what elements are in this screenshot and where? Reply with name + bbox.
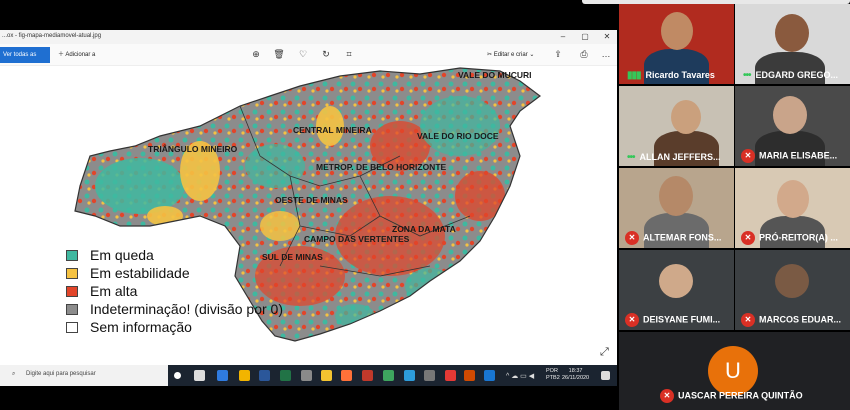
- word-icon[interactable]: [259, 370, 270, 381]
- language-indicator[interactable]: POR PTB2: [546, 368, 560, 382]
- chevron-down-icon: ⌄: [529, 52, 535, 58]
- search-placeholder: Digite aqui para pesquisar: [26, 371, 96, 377]
- taskbar-clock[interactable]: 18:37 26/11/2020: [562, 368, 589, 382]
- legend-item: Indeterminação! (divisão por 0): [66, 300, 283, 318]
- chrome-icon[interactable]: [239, 370, 250, 381]
- speaking-icon: ▮▮▮: [627, 70, 641, 81]
- participant-name: MARCOS EDUAR...: [759, 314, 842, 325]
- participant-name: MARIA ELISABE...: [759, 150, 838, 161]
- add-to-button[interactable]: ＋ Adicionar a: [58, 49, 95, 61]
- crop-icon[interactable]: ⌗: [343, 48, 355, 60]
- participant-name: PRÓ-REITOR(A) ...: [759, 232, 838, 243]
- rotate-icon[interactable]: ↻: [320, 48, 332, 60]
- legend-item: Em alta: [66, 282, 283, 300]
- speaking-icon: •••: [743, 70, 751, 81]
- region-label: OESTE DE MINAS: [275, 195, 348, 205]
- speaking-icon: •••: [627, 152, 635, 163]
- app-icon[interactable]: [301, 370, 312, 381]
- mic-off-icon: ✕: [660, 389, 674, 403]
- expand-icon[interactable]: ⤢: [600, 346, 609, 359]
- powerpoint-icon[interactable]: [464, 370, 475, 381]
- folder-icon[interactable]: [321, 370, 332, 381]
- mic-off-icon: ✕: [741, 231, 755, 245]
- participant-name: UASCAR PEREIRA QUINTÃO: [678, 390, 803, 401]
- more-icon[interactable]: …: [600, 48, 612, 60]
- see-all-photos-button[interactable]: Ver todas as fotos: [0, 47, 50, 74]
- legend-item: Sem informação: [66, 318, 283, 336]
- participant-tile[interactable]: ✕ ALTEMAR FONS...: [619, 168, 734, 248]
- photos-icon[interactable]: [484, 370, 495, 381]
- region-label: VALE DO RIO DOCE: [417, 131, 499, 141]
- print-icon[interactable]: ⎙: [578, 48, 590, 60]
- participant-tile[interactable]: ▮▮▮ Ricardo Tavares: [619, 4, 734, 84]
- search-icon: ⌕: [12, 371, 16, 377]
- window-title: ...ox - fig-mapa-mediamovel-atual.jpg: [2, 33, 102, 39]
- region-label: TRIÂNGULO MINEIRO: [148, 143, 238, 154]
- participant-name: ALTEMAR FONS...: [643, 232, 722, 243]
- participant-name: Ricardo Tavares: [645, 69, 715, 80]
- region-label: CAMPO DAS VERTENTES: [304, 234, 410, 244]
- participant-name: DEISYANE FUMI...: [643, 314, 721, 325]
- zoom-icon[interactable]: ⊕: [250, 48, 262, 60]
- participant-tile[interactable]: ✕ DEISYANE FUMI...: [619, 250, 734, 330]
- app-icon[interactable]: [424, 370, 435, 381]
- cortana-icon[interactable]: [174, 372, 181, 379]
- favorite-icon[interactable]: ♡: [297, 48, 309, 60]
- participant-tile[interactable]: ••• EDGARD GREGO...: [735, 4, 850, 84]
- participant-tile[interactable]: ✕ PRÓ-REITOR(A) ...: [735, 168, 850, 248]
- task-view-icon[interactable]: [194, 370, 205, 381]
- edit-icon: ✂: [487, 52, 493, 58]
- edit-create-label: Editar e criar: [493, 52, 528, 58]
- pdf-icon[interactable]: [445, 370, 456, 381]
- photos-titlebar: ...ox - fig-mapa-mediamovel-atual.jpg – …: [0, 30, 617, 44]
- participant-tile[interactable]: ••• ALLAN JEFFERS...: [619, 86, 734, 166]
- participant-name: EDGARD GREGO...: [755, 69, 839, 80]
- firefox-icon[interactable]: [341, 370, 352, 381]
- app-icon[interactable]: [404, 370, 415, 381]
- share-icon[interactable]: ⇪: [552, 48, 564, 60]
- app-icon[interactable]: [362, 370, 373, 381]
- participant-name: ALLAN JEFFERS...: [639, 151, 721, 162]
- legend-item: Em queda: [66, 246, 283, 264]
- participant-tile[interactable]: ✕ MARIA ELISABE...: [735, 86, 850, 166]
- minimize-icon[interactable]: –: [556, 31, 570, 43]
- region-label: ZONA DA MATA: [392, 224, 456, 234]
- mic-off-icon: ✕: [625, 231, 639, 245]
- avatar: [659, 264, 693, 298]
- avatar: [775, 264, 809, 298]
- legend-item: Em estabilidade: [66, 264, 283, 282]
- participant-tile[interactable]: ✕ MARCOS EDUAR...: [735, 250, 850, 330]
- presenter-name-row: ✕ UASCAR PEREIRA QUINTÃO: [660, 389, 803, 403]
- taskbar-search[interactable]: ⌕ Digite aqui para pesquisar: [0, 365, 168, 386]
- edit-create-button[interactable]: ✂ Editar e criar ⌄: [487, 49, 534, 61]
- mic-off-icon: ✕: [625, 313, 639, 327]
- windows-taskbar: ⌕ Digite aqui para pesquisar ^ ☁ ▭ ◀ POR…: [0, 365, 617, 386]
- plus-icon: ＋: [58, 52, 65, 58]
- map-legend: Em queda Em estabilidade Em alta Indeter…: [66, 246, 283, 336]
- tray-chevron-icon[interactable]: ^ ☁ ▭ ◀: [506, 372, 534, 380]
- close-icon[interactable]: ✕: [600, 31, 614, 43]
- photos-toolbar: Ver todas as fotos ＋ Adicionar a ⊕ 🗑 ♡ ↻…: [0, 44, 617, 74]
- region-label: VALE DO MUCURI: [458, 70, 532, 80]
- meeting-stage: ...ox - fig-mapa-mediamovel-atual.jpg – …: [0, 0, 850, 410]
- add-to-label: Adicionar a: [65, 52, 96, 58]
- region-label: CENTRAL MINEIRA: [293, 125, 372, 135]
- region-label: METROP. DE BELO HORIZONTE: [316, 162, 447, 172]
- app-icon[interactable]: [383, 370, 394, 381]
- notifications-icon[interactable]: [601, 371, 610, 380]
- delete-icon[interactable]: 🗑: [273, 48, 285, 60]
- mic-off-icon: ✕: [741, 149, 755, 163]
- shared-screen: ...ox - fig-mapa-mediamovel-atual.jpg – …: [0, 30, 617, 386]
- edge-icon[interactable]: [217, 370, 228, 381]
- excel-icon[interactable]: [280, 370, 291, 381]
- maximize-icon[interactable]: ▢: [578, 31, 592, 43]
- mic-off-icon: ✕: [741, 313, 755, 327]
